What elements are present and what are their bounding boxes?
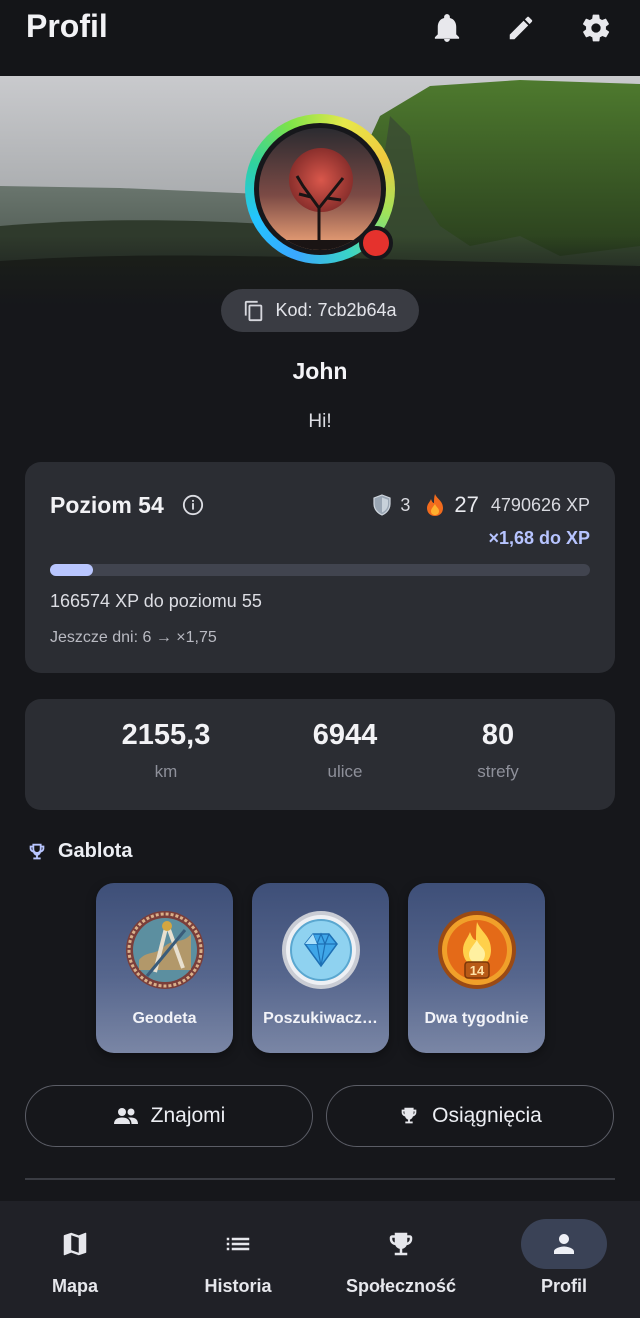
shield-icon bbox=[373, 494, 392, 516]
info-icon[interactable] bbox=[182, 494, 204, 516]
stat-value: 2155,3 bbox=[121, 719, 211, 751]
bell-icon[interactable] bbox=[429, 10, 465, 46]
badge-name: Poszukiwacz… bbox=[263, 1010, 378, 1027]
shield-count: 3 bbox=[400, 494, 411, 515]
nav-item-map[interactable]: Mapa bbox=[0, 1201, 155, 1318]
badge-dwa-tygodnie[interactable]: 14 Dwa tygodnie bbox=[408, 883, 545, 1053]
badge-geodeta[interactable]: Geodeta bbox=[96, 883, 233, 1053]
stat-label: strefy bbox=[477, 762, 519, 781]
stat-streets: 6944 ulice bbox=[265, 719, 425, 782]
stat-value: 6944 bbox=[312, 719, 378, 751]
showcase-header: Gablota bbox=[26, 840, 132, 863]
level-stats: 3 27 4790626 XP bbox=[372, 492, 590, 518]
friends-button[interactable]: Znajomi bbox=[25, 1085, 313, 1147]
avatar[interactable] bbox=[245, 114, 395, 264]
top-app-bar: Profil bbox=[0, 0, 640, 76]
status-dot bbox=[359, 226, 393, 260]
diamond-medal-icon bbox=[281, 910, 361, 990]
badge-name: Geodeta bbox=[132, 1010, 197, 1027]
compass-medal-icon bbox=[125, 910, 205, 990]
stat-zones: 80 strefy bbox=[418, 719, 578, 782]
list-icon bbox=[195, 1219, 281, 1269]
level-progress-fill bbox=[50, 564, 94, 576]
stat-label: ulice bbox=[327, 762, 363, 781]
xp-multiplier: ×1,68 do XP bbox=[488, 528, 590, 548]
nav-label: Profil bbox=[540, 1276, 587, 1296]
friends-label: Znajomi bbox=[150, 1104, 226, 1127]
map-icon bbox=[32, 1219, 118, 1269]
flame-14-medal-icon: 14 bbox=[437, 910, 517, 990]
showcase-title: Gablota bbox=[58, 840, 133, 862]
days-note: Jeszcze dni: 6 → ×1,75 bbox=[50, 629, 217, 646]
streak-count: 27 bbox=[454, 492, 479, 517]
total-xp: 4790626 XP bbox=[490, 494, 590, 515]
xp-to-next-level: 166574 XP do poziomu 55 bbox=[50, 591, 262, 611]
achievements-label: Osiągnięcia bbox=[432, 1104, 542, 1127]
level-title: Poziom 54 bbox=[50, 492, 164, 518]
stat-distance: 2155,3 km bbox=[86, 719, 246, 782]
stat-value: 80 bbox=[481, 719, 515, 751]
nav-label: Społeczność bbox=[345, 1276, 457, 1296]
badge-poszukiwacz[interactable]: Poszukiwacz… bbox=[252, 883, 389, 1053]
badge-number: 14 bbox=[470, 963, 485, 978]
flame-icon bbox=[427, 494, 444, 516]
edit-pencil-icon[interactable] bbox=[503, 10, 539, 46]
stats-card: 2155,3 km 6944 ulice 80 strefy bbox=[25, 699, 615, 810]
nav-item-community[interactable]: Społeczność bbox=[321, 1201, 481, 1318]
level-card: Poziom 54 3 27 4790626 XP ×1,68 do XP 16… bbox=[25, 462, 615, 673]
trophy-icon bbox=[401, 1107, 417, 1124]
achievements-button[interactable]: Osiągnięcia bbox=[326, 1085, 614, 1147]
trophy-icon bbox=[358, 1219, 444, 1269]
nav-item-profile[interactable]: Profil bbox=[484, 1201, 640, 1318]
trophy-icon bbox=[29, 843, 45, 859]
gear-icon[interactable] bbox=[578, 10, 614, 46]
profile-bio: Hi! bbox=[308, 411, 332, 432]
copy-code-button[interactable]: Kod: 7cb2b64a bbox=[221, 289, 419, 332]
nav-label: Mapa bbox=[51, 1276, 98, 1296]
person-icon bbox=[521, 1219, 607, 1269]
stat-label: km bbox=[154, 762, 178, 781]
divider bbox=[25, 1178, 615, 1180]
profile-name: John bbox=[292, 358, 348, 384]
nav-label: Historia bbox=[204, 1276, 272, 1296]
people-icon bbox=[113, 1108, 138, 1124]
copy-icon bbox=[245, 300, 263, 321]
bottom-navigation: Mapa Historia Społeczność Profil bbox=[0, 1201, 640, 1318]
level-progress-bar bbox=[50, 564, 590, 576]
badge-name: Dwa tygodnie bbox=[424, 1010, 529, 1027]
page-title: Profil bbox=[26, 8, 108, 44]
friend-code: Kod: 7cb2b64a bbox=[275, 300, 397, 320]
nav-item-history[interactable]: Historia bbox=[158, 1201, 318, 1318]
